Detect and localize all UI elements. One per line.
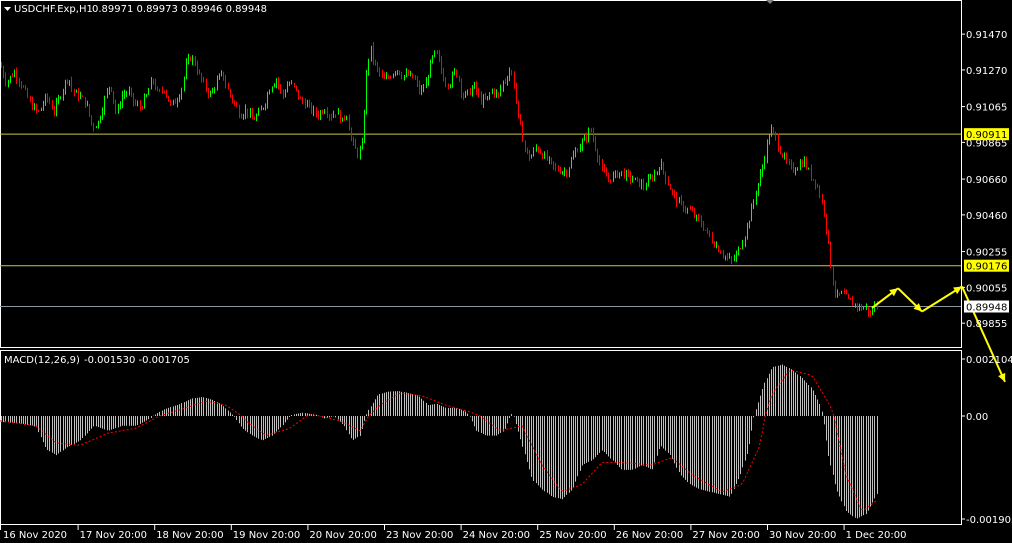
macd-values: -0.001530 -0.001705 <box>84 355 190 366</box>
time-tick-label: 26 Nov 20:00 <box>616 530 683 541</box>
price-tick-label: 0.90255 <box>966 248 1007 259</box>
time-tick-label: 27 Nov 20:00 <box>692 530 759 541</box>
price-axis: 0.914700.912700.910650.908650.906600.904… <box>961 30 1009 330</box>
time-tick-label: 25 Nov 20:00 <box>539 530 606 541</box>
time-tick-label: 17 Nov 20:00 <box>80 530 147 541</box>
time-tick-label: 20 Nov 20:00 <box>309 530 376 541</box>
time-tick-label: 16 Nov 2020 <box>3 530 67 541</box>
time-tick-label: 1 Dec 20:00 <box>846 530 907 541</box>
current-price-label: 0.89948 <box>966 303 1007 314</box>
time-tick-label: 19 Nov 20:00 <box>233 530 300 541</box>
macd-title: MACD(12,26,9) <box>4 355 80 366</box>
price-tick-label: 0.90660 <box>966 175 1007 186</box>
price-tick-label: 0.89855 <box>966 319 1007 330</box>
macd-tick-label: 0.00 <box>966 412 988 423</box>
price-tick-label: 0.91470 <box>966 30 1007 41</box>
time-tick-label: 24 Nov 20:00 <box>463 530 530 541</box>
ohlc-readout: 0.89971 0.89973 0.89946 0.89948 <box>92 4 267 15</box>
price-tick-label: 0.90460 <box>966 211 1007 222</box>
symbol-title: USDCHF.Exp,H1 <box>14 4 93 15</box>
time-tick-label: 23 Nov 20:00 <box>386 530 453 541</box>
price-tick-label: 0.90055 <box>966 283 1007 294</box>
price-tick-label: 0.91270 <box>966 66 1007 77</box>
level-price-label: 0.90176 <box>966 262 1007 273</box>
level-price-label: 0.90911 <box>966 130 1007 141</box>
macd-tick-label: 0.002104 <box>966 355 1012 366</box>
time-tick-label: 18 Nov 20:00 <box>156 530 223 541</box>
price-tick-label: 0.91065 <box>966 103 1007 114</box>
macd-tick-label: -0.001903 <box>966 515 1012 526</box>
time-tick-label: 30 Nov 20:00 <box>769 530 836 541</box>
chart-window[interactable]: USDCHF.Exp,H1 0.89971 0.89973 0.89946 0.… <box>0 0 1012 543</box>
